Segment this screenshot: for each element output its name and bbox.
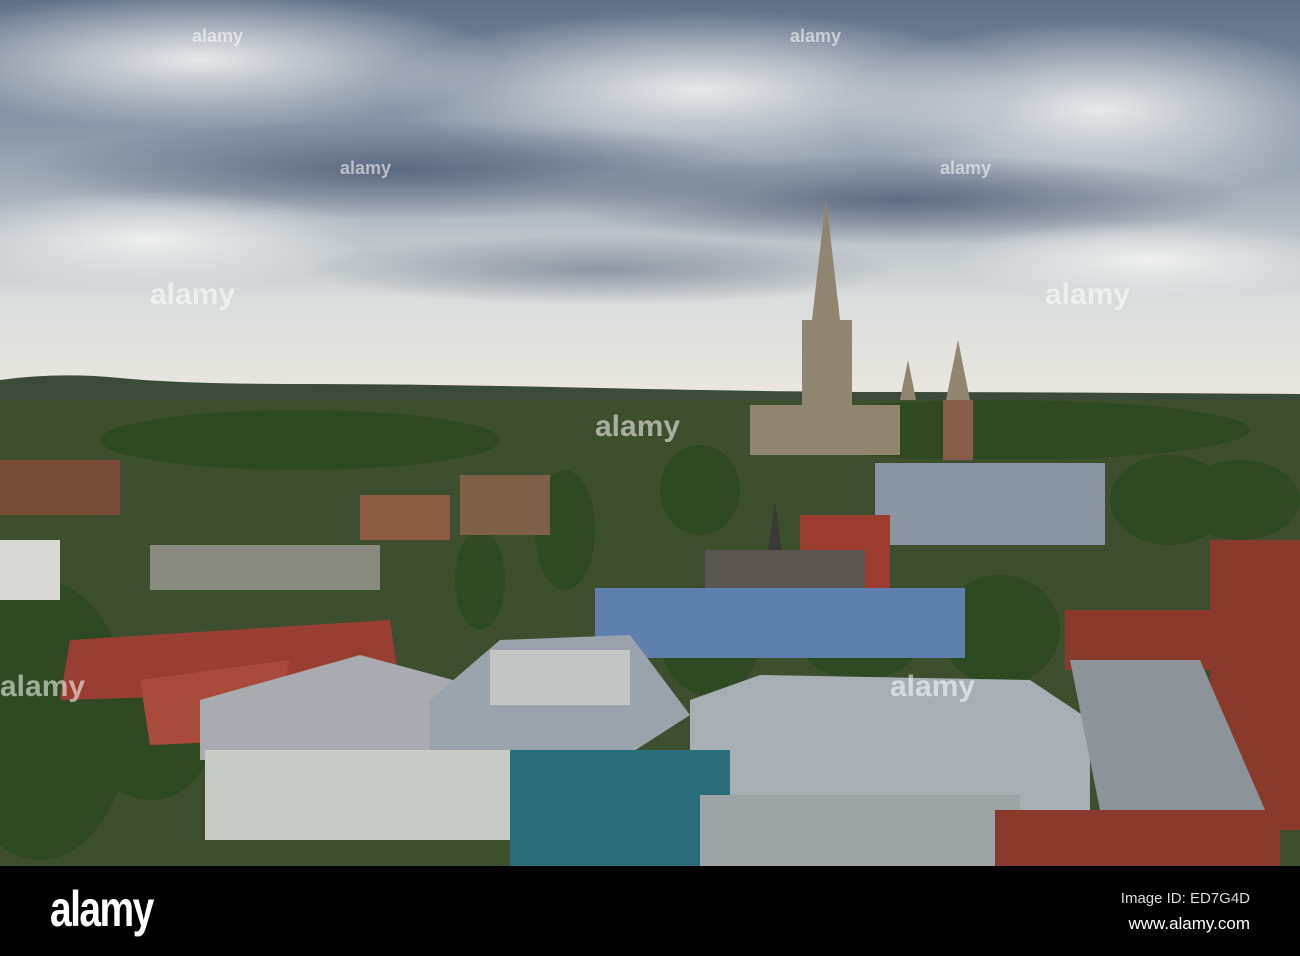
watermark: alamy (790, 26, 842, 46)
alamy-logo: alamy (50, 881, 154, 937)
footer-bar: alamy Image ID: ED7G4D www.alamy.com (0, 866, 1300, 956)
watermark: alamy (890, 670, 976, 703)
watermark: alamy (150, 278, 236, 311)
watermark: alamy (1045, 278, 1131, 311)
watermark: alamy (940, 158, 992, 178)
website-link[interactable]: www.alamy.com (1128, 914, 1250, 934)
image-id: Image ID: ED7G4D (1120, 890, 1250, 907)
watermark: alamy (340, 158, 392, 178)
watermark: alamy (192, 26, 244, 46)
watermark: alamy (0, 670, 86, 703)
watermark: alamy (595, 410, 681, 443)
